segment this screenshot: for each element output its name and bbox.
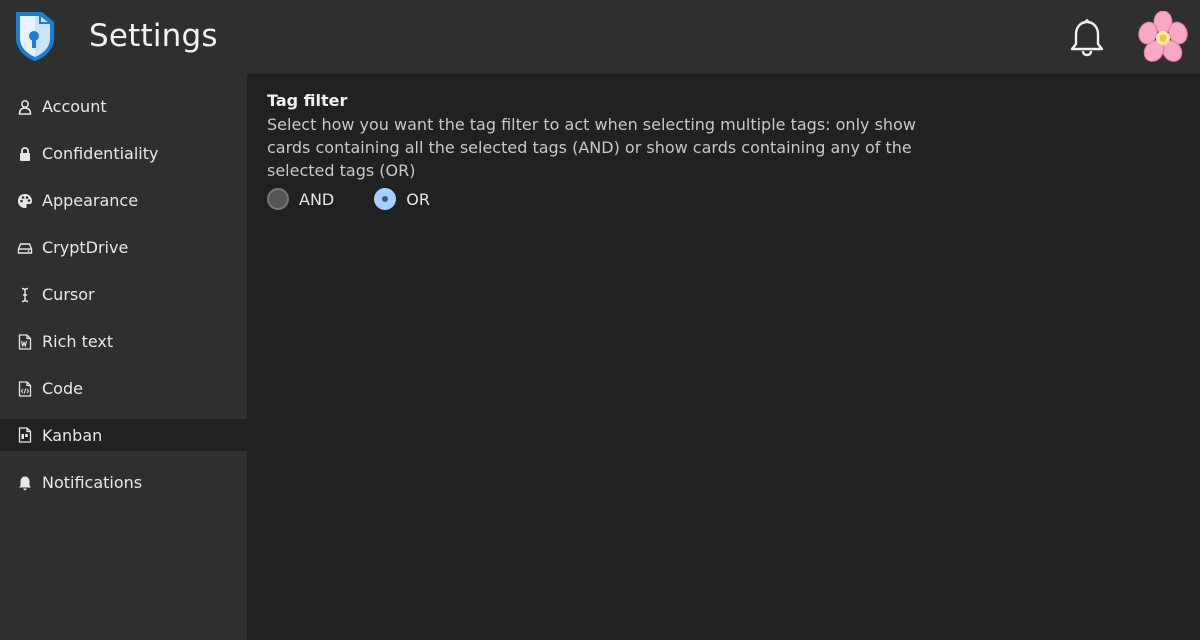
- settings-sidebar: Account Confidentiality Appearance Crypt…: [0, 74, 247, 640]
- sidebar-item-cursor[interactable]: Cursor: [0, 271, 247, 318]
- sidebar-item-label: Account: [42, 97, 107, 116]
- lock-icon: [16, 145, 34, 163]
- page-title: Settings: [89, 18, 218, 54]
- top-bar: Settings: [0, 0, 1200, 74]
- sidebar-item-label: Rich text: [42, 332, 114, 351]
- sidebar-item-label: Code: [42, 379, 83, 398]
- radio-button-and[interactable]: [267, 188, 289, 210]
- radio-label: OR: [406, 189, 430, 209]
- section-description: Select how you want the tag filter to ac…: [267, 115, 916, 180]
- drive-icon: [16, 239, 34, 257]
- radio-option-and[interactable]: AND: [267, 188, 334, 210]
- radio-option-or[interactable]: OR: [374, 188, 430, 210]
- bell-icon[interactable]: [1068, 18, 1106, 58]
- kanban-icon: [16, 426, 34, 444]
- sidebar-item-kanban[interactable]: Kanban: [0, 419, 247, 451]
- sidebar-item-confidentiality[interactable]: Confidentiality: [0, 130, 247, 177]
- text-cursor-icon: [16, 286, 34, 304]
- bell-icon: [16, 474, 34, 492]
- tag-filter-radio-group: AND OR: [267, 188, 1180, 210]
- sidebar-item-rich-text[interactable]: Rich text: [0, 318, 247, 365]
- sidebar-item-label: Kanban: [42, 425, 103, 445]
- sidebar-item-label: Confidentiality: [42, 144, 159, 163]
- sidebar-item-notifications[interactable]: Notifications: [0, 459, 247, 506]
- avatar[interactable]: [1137, 11, 1189, 63]
- sidebar-item-code[interactable]: Code: [0, 365, 247, 412]
- radio-button-or[interactable]: [374, 188, 397, 210]
- radio-label: AND: [299, 189, 335, 209]
- section-title: Tag filter: [267, 91, 348, 110]
- sidebar-item-appearance[interactable]: Appearance: [0, 177, 247, 224]
- sidebar-item-cryptdrive[interactable]: CryptDrive: [0, 224, 247, 271]
- word-doc-icon: [16, 333, 34, 351]
- sidebar-item-account[interactable]: Account: [0, 83, 247, 130]
- sidebar-item-label: Appearance: [42, 191, 139, 210]
- user-icon: [16, 98, 34, 116]
- sidebar-item-label: Notifications: [42, 473, 143, 492]
- cryptpad-logo-icon[interactable]: [12, 8, 58, 62]
- sidebar-item-label: CryptDrive: [42, 238, 129, 257]
- sidebar-item-label: Cursor: [42, 285, 95, 304]
- settings-content: Tag filter Select how you want the tag f…: [247, 74, 1200, 640]
- code-file-icon: [16, 380, 34, 398]
- palette-icon: [16, 192, 34, 210]
